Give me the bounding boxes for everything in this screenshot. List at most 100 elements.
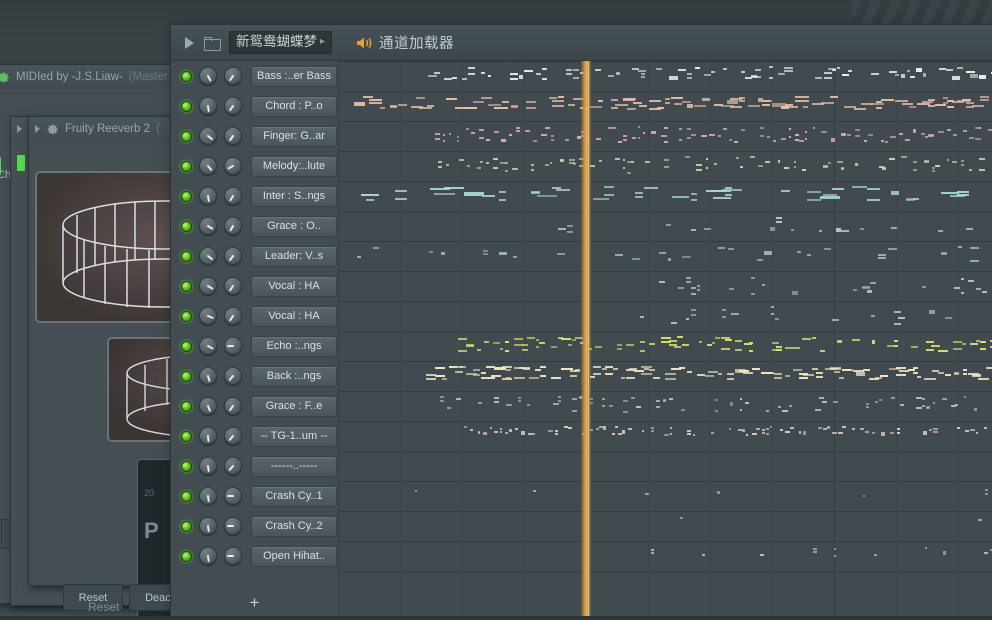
channel-enable-led[interactable] — [181, 190, 192, 202]
midi-note[interactable] — [768, 66, 774, 69]
midi-note[interactable] — [953, 348, 963, 351]
midi-note[interactable] — [704, 227, 712, 230]
midi-note[interactable] — [565, 69, 573, 72]
midi-note[interactable] — [621, 432, 626, 435]
midi-note[interactable] — [953, 287, 961, 290]
midi-note[interactable] — [524, 69, 533, 72]
midi-note[interactable] — [831, 68, 837, 71]
midi-note[interactable] — [655, 406, 660, 408]
midi-note[interactable] — [639, 341, 645, 344]
midi-note[interactable] — [741, 129, 745, 132]
midi-note[interactable] — [851, 427, 856, 430]
channel-rack-titlebar[interactable]: 新鸳鸯蝴蝶梦 ▸ 通道加载器 — [171, 25, 992, 61]
pan-knob[interactable] — [199, 97, 217, 115]
midi-note[interactable] — [963, 396, 967, 399]
midi-note[interactable] — [891, 193, 899, 196]
expand-triangle-icon[interactable] — [35, 125, 40, 133]
midi-note[interactable] — [970, 343, 979, 346]
midi-note[interactable] — [876, 101, 882, 104]
midi-note[interactable] — [940, 192, 959, 195]
midi-note[interactable] — [942, 397, 948, 400]
volume-knob[interactable] — [224, 307, 242, 325]
midi-note[interactable] — [922, 433, 928, 436]
midi-note[interactable] — [833, 554, 837, 557]
channel-row[interactable]: Melody:..lute — [171, 151, 355, 181]
midi-note[interactable] — [679, 127, 683, 130]
midi-note[interactable] — [487, 103, 501, 106]
midi-note[interactable] — [784, 66, 794, 69]
channel-name-button[interactable]: Vocal : HA — [251, 305, 337, 327]
midi-note[interactable] — [734, 339, 743, 342]
midi-note[interactable] — [677, 69, 687, 72]
midi-note[interactable] — [784, 374, 791, 377]
midi-note[interactable] — [665, 223, 672, 226]
midi-note[interactable] — [644, 160, 651, 163]
midi-note[interactable] — [697, 373, 705, 376]
midi-note[interactable] — [980, 96, 989, 99]
midi-note[interactable] — [554, 429, 558, 432]
midi-note[interactable] — [797, 250, 801, 253]
midi-note[interactable] — [725, 194, 733, 197]
midi-note[interactable] — [664, 140, 668, 143]
midi-note[interactable] — [966, 227, 973, 230]
midi-note[interactable] — [979, 74, 986, 77]
midi-note[interactable] — [738, 96, 746, 99]
midi-note[interactable] — [488, 74, 492, 77]
midi-note[interactable] — [458, 349, 467, 352]
midi-note[interactable] — [820, 102, 835, 105]
midi-note[interactable] — [726, 102, 738, 105]
midi-note[interactable] — [777, 161, 781, 164]
midi-note[interactable] — [916, 376, 922, 379]
channel-name-button[interactable]: Inter : S..ngs — [251, 185, 337, 207]
channel-rack-window[interactable]: 新鸳鸯蝴蝶梦 ▸ 通道加载器 Bass :..er Bass Chord : P.… — [170, 24, 992, 620]
midi-note[interactable] — [776, 345, 783, 348]
midi-note[interactable] — [504, 161, 508, 164]
midi-note[interactable] — [560, 367, 573, 370]
midi-note[interactable] — [549, 161, 552, 164]
pan-knob[interactable] — [199, 427, 217, 445]
midi-note[interactable] — [499, 427, 502, 430]
playhead-marker[interactable] — [581, 61, 591, 619]
midi-note[interactable] — [969, 76, 978, 79]
midi-note[interactable] — [842, 426, 846, 429]
midi-note[interactable] — [979, 169, 985, 172]
midi-note[interactable] — [663, 159, 669, 162]
channel-name-button[interactable]: Vocal : HA — [251, 275, 337, 297]
midi-note[interactable] — [932, 401, 936, 404]
channel-enable-led[interactable] — [181, 370, 192, 382]
midi-note[interactable] — [798, 139, 805, 142]
midi-note[interactable] — [758, 165, 763, 168]
midi-note[interactable] — [867, 199, 880, 202]
midi-note[interactable] — [791, 290, 798, 293]
midi-note[interactable] — [426, 373, 436, 376]
midi-note[interactable] — [426, 377, 436, 380]
midi-note[interactable] — [927, 105, 935, 108]
channel-enable-led[interactable] — [181, 280, 192, 292]
midi-note[interactable] — [523, 367, 530, 370]
midi-note[interactable] — [945, 316, 953, 319]
midi-note[interactable] — [373, 98, 382, 101]
midi-note[interactable] — [921, 404, 926, 407]
midi-note[interactable] — [438, 166, 443, 168]
midi-note[interactable] — [942, 97, 949, 100]
midi-note[interactable] — [480, 161, 483, 164]
midi-note[interactable] — [791, 292, 798, 295]
midi-note[interactable] — [558, 228, 566, 231]
midi-note[interactable] — [951, 75, 960, 78]
midi-note[interactable] — [360, 194, 379, 197]
midi-note[interactable] — [664, 97, 671, 100]
midi-note[interactable] — [545, 164, 549, 167]
midi-note[interactable] — [878, 253, 886, 256]
midi-note[interactable] — [687, 128, 691, 131]
midi-note[interactable] — [927, 133, 934, 136]
midi-note[interactable] — [979, 157, 985, 160]
midi-note[interactable] — [889, 158, 895, 161]
midi-note[interactable] — [733, 140, 738, 143]
midi-note[interactable] — [771, 342, 779, 345]
midi-note[interactable] — [518, 77, 523, 80]
midi-note[interactable] — [550, 134, 555, 137]
pan-knob[interactable] — [199, 187, 217, 205]
midi-note[interactable] — [712, 341, 716, 344]
midi-note[interactable] — [480, 371, 486, 374]
midi-note[interactable] — [832, 187, 844, 190]
